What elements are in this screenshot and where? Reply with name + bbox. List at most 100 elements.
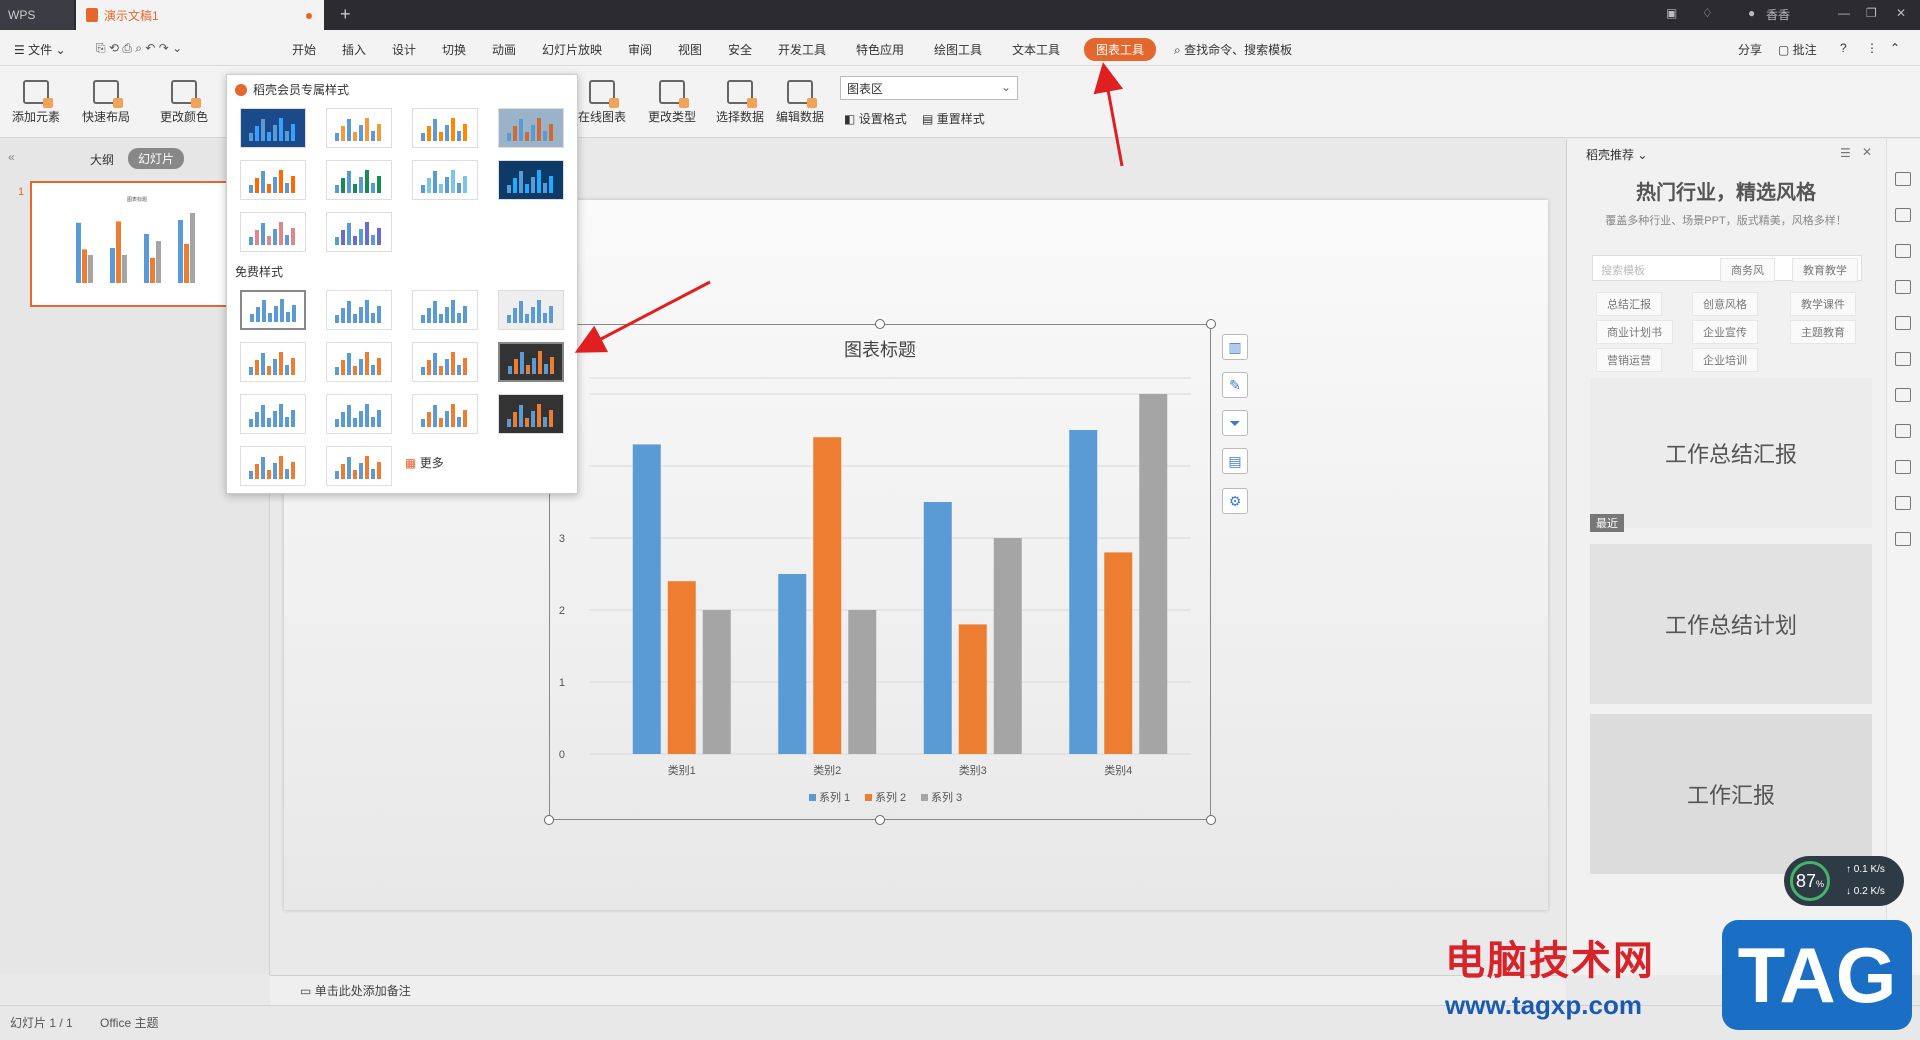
- template-tag[interactable]: 企业培训: [1692, 348, 1758, 372]
- close-icon[interactable]: ✕: [1896, 6, 1906, 20]
- minimize-icon[interactable]: —: [1838, 6, 1850, 20]
- chart-elements-icon[interactable]: ▥: [1222, 334, 1248, 360]
- panel-menu-icon[interactable]: ☰: [1840, 146, 1851, 160]
- change-type-button[interactable]: 更改类型: [648, 80, 696, 125]
- bar-2-1[interactable]: [958, 624, 987, 754]
- bar-0-2[interactable]: [702, 610, 731, 754]
- chart-style-thumbnail[interactable]: [498, 290, 564, 330]
- chart-style-thumbnail[interactable]: [326, 446, 392, 486]
- bar-0-1[interactable]: [667, 581, 696, 754]
- template-tag[interactable]: 营销运营: [1596, 348, 1662, 372]
- thumb-bar[interactable]: [178, 220, 183, 283]
- maximize-icon[interactable]: ❐: [1866, 6, 1877, 20]
- add-element-button[interactable]: 添加元素: [12, 80, 60, 125]
- tab-chart-tools[interactable]: 图表工具: [1084, 38, 1157, 61]
- chart-style-thumbnail[interactable]: [240, 212, 306, 252]
- sidebar-tool-icon[interactable]: [1895, 352, 1911, 366]
- template-card[interactable]: 工作总结计划: [1590, 544, 1872, 704]
- template-tag[interactable]: 商务风: [1720, 258, 1775, 282]
- tab-3[interactable]: 切换: [442, 41, 466, 58]
- chart-style-thumbnail[interactable]: [326, 160, 392, 200]
- slide-thumbnail[interactable]: 图表标题: [30, 181, 244, 307]
- chart-style-thumbnail[interactable]: [498, 160, 564, 200]
- thumb-bar[interactable]: [82, 249, 87, 283]
- template-tag[interactable]: 创意风格: [1692, 292, 1758, 316]
- bar-2-0[interactable]: [923, 502, 952, 754]
- user-name[interactable]: 香香: [1766, 6, 1790, 23]
- chart-style-thumbnail[interactable]: [240, 446, 306, 486]
- tab-2[interactable]: 设计: [392, 41, 416, 58]
- chart-style-brush-icon[interactable]: ✎: [1222, 372, 1248, 398]
- chart-style-thumbnail[interactable]: [412, 160, 478, 200]
- legend-swatch[interactable]: [809, 794, 816, 801]
- bar-0-0[interactable]: [632, 444, 661, 754]
- tab-6[interactable]: 审阅: [628, 41, 652, 58]
- sidebar-tool-icon[interactable]: [1895, 460, 1911, 474]
- chart-style-thumbnail[interactable]: [240, 108, 306, 148]
- help-icon[interactable]: ?: [1840, 41, 1847, 55]
- tab-10[interactable]: 特色应用: [856, 41, 904, 58]
- sidebar-tool-icon[interactable]: [1895, 208, 1911, 222]
- avatar[interactable]: ●: [1748, 6, 1755, 20]
- collapse-panel-icon[interactable]: «: [8, 150, 15, 164]
- template-tag[interactable]: 商业计划书: [1596, 320, 1673, 344]
- tab-slides[interactable]: 幻灯片: [128, 148, 185, 169]
- chart-layout-icon[interactable]: ▤: [1222, 448, 1248, 474]
- tab-1[interactable]: 插入: [342, 41, 366, 58]
- thumb-bar[interactable]: [150, 257, 155, 283]
- bar-3-2[interactable]: [1139, 394, 1168, 754]
- layout-icon[interactable]: ▣: [1666, 6, 1677, 20]
- chart-style-thumbnail[interactable]: [412, 108, 478, 148]
- more-styles-link[interactable]: ▦ 更多: [405, 454, 444, 471]
- more-icon[interactable]: ⋮: [1866, 41, 1878, 55]
- chart-element-select[interactable]: 图表区 ⌄: [840, 76, 1018, 100]
- select-data-button[interactable]: 选择数据: [716, 80, 764, 125]
- thumb-bar[interactable]: [122, 255, 127, 283]
- sidebar-tool-icon[interactable]: [1895, 424, 1911, 438]
- comment-button[interactable]: ▢ 批注: [1778, 41, 1817, 58]
- bar-2-2[interactable]: [993, 538, 1022, 754]
- share-button[interactable]: 分享: [1738, 41, 1762, 58]
- file-menu[interactable]: ☰ 文件 ⌄: [14, 41, 66, 58]
- chart-style-thumbnail[interactable]: [326, 394, 392, 434]
- bar-1-0[interactable]: [778, 574, 807, 754]
- panel-header[interactable]: 稻壳推荐 ⌄: [1586, 146, 1647, 163]
- wps-home-tab[interactable]: WPS: [0, 0, 74, 30]
- status-theme[interactable]: Office 主题: [100, 1014, 158, 1031]
- chart-style-thumbnail[interactable]: [240, 290, 306, 330]
- bar-1-2[interactable]: [848, 610, 877, 754]
- chart-settings-gear-icon[interactable]: ⚙: [1222, 488, 1248, 514]
- thumb-bar[interactable]: [116, 221, 121, 283]
- edit-data-button[interactable]: 编辑数据: [776, 80, 824, 125]
- thumb-bar[interactable]: [76, 222, 81, 283]
- legend-swatch[interactable]: [865, 794, 872, 801]
- chart-style-thumbnail[interactable]: [326, 212, 392, 252]
- thumb-bar[interactable]: [144, 234, 149, 283]
- panel-close-icon[interactable]: ✕: [1862, 145, 1872, 159]
- chart-style-thumbnail[interactable]: [498, 394, 564, 434]
- chart-filter-icon[interactable]: ⏷: [1222, 410, 1248, 436]
- chart-style-thumbnail[interactable]: [240, 342, 306, 382]
- sidebar-tool-icon[interactable]: [1895, 316, 1911, 330]
- chart-style-thumbnail[interactable]: [240, 394, 306, 434]
- tab-9[interactable]: 开发工具: [778, 41, 826, 58]
- legend-swatch[interactable]: [921, 794, 928, 801]
- document-tab[interactable]: 演示文稿1: [76, 0, 324, 30]
- set-format-button[interactable]: ◧ 设置格式: [844, 110, 907, 127]
- thumb-bar[interactable]: [184, 243, 189, 283]
- skin-icon[interactable]: ♢: [1702, 6, 1713, 20]
- sidebar-tool-icon[interactable]: [1895, 244, 1911, 258]
- column-chart[interactable]: 01234类别1类别2类别3类别4 系列 1系列 2系列 3: [549, 324, 1211, 820]
- bar-3-0[interactable]: [1069, 430, 1098, 754]
- notes-placeholder[interactable]: ▭ 单击此处添加备注: [300, 982, 411, 999]
- quick-access-icons[interactable]: ⎘ ⟲ ⎙ ⌕ ↶ ↷ ⌄: [96, 41, 182, 56]
- chart-style-thumbnail[interactable]: [412, 342, 478, 382]
- template-tag[interactable]: 教育教学: [1792, 258, 1858, 282]
- template-card[interactable]: 工作汇报: [1590, 714, 1872, 874]
- tab-11[interactable]: 绘图工具: [934, 41, 982, 58]
- new-tab-button[interactable]: +: [340, 4, 351, 25]
- online-chart-button[interactable]: 在线图表: [578, 80, 626, 125]
- reset-style-button[interactable]: ▤ 重置样式: [922, 110, 985, 127]
- sidebar-tool-icon[interactable]: [1895, 496, 1911, 510]
- sidebar-tool-icon[interactable]: [1895, 172, 1911, 186]
